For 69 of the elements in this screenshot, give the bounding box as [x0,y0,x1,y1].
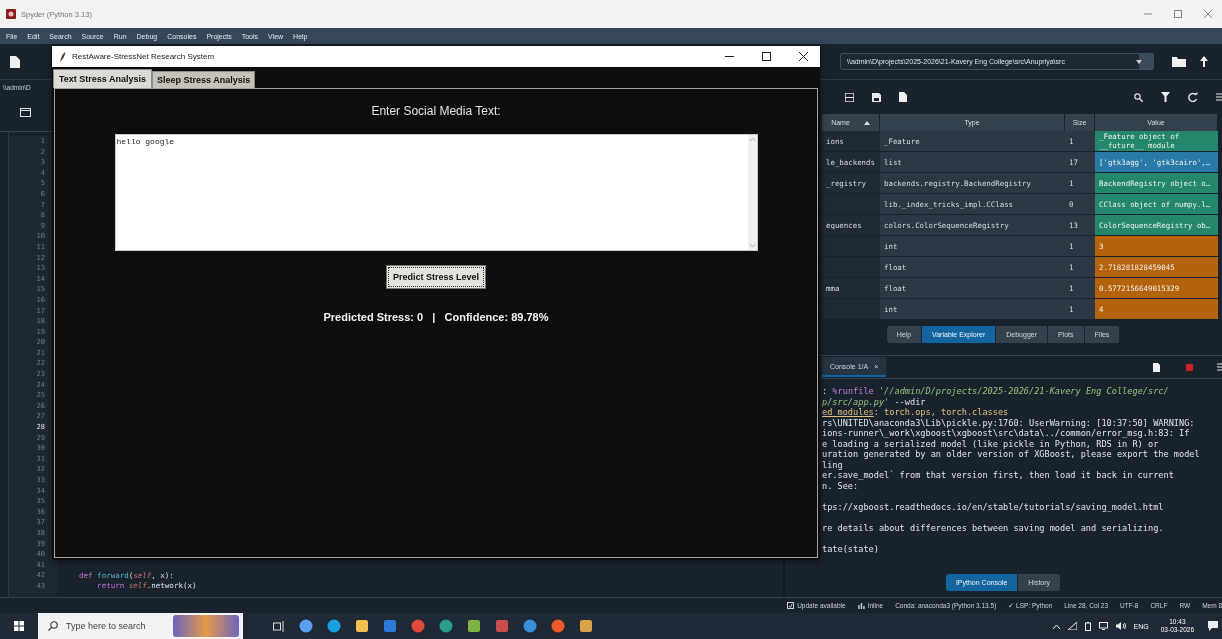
menu-icon[interactable] [1217,363,1222,371]
predict-button[interactable]: Predict Stress Level [385,265,486,289]
speaker-icon[interactable] [1115,622,1126,630]
console-line: tps://xgboost.readthedocs.io/en/stable/tutorials/saving_model.html [822,501,1165,512]
battery-icon[interactable] [1084,621,1091,631]
taskbar-app-icon[interactable] [355,619,369,633]
taskbar-app-icon[interactable] [439,619,453,633]
caret-icon [1136,59,1142,64]
notification-icon[interactable] [1208,621,1218,631]
table-cell [822,257,880,278]
scroll-down-icon [749,244,755,247]
prediction-result: Predicted Stress: 0 | Confidence: 89.78% [323,311,549,323]
dialog-title: RestAware-StressNet Research System [72,52,215,61]
scrollbar[interactable] [747,135,757,250]
grid-icon[interactable] [845,92,854,102]
text-input-field[interactable]: hello google [114,134,758,251]
search-icon [48,621,58,631]
save-icon[interactable] [872,92,881,102]
refresh-icon[interactable] [1188,92,1198,102]
folder-icon[interactable] [1172,56,1186,67]
app-logo-icon [6,9,16,19]
task-view-icon[interactable] [273,620,285,632]
scroll-up-icon [749,138,755,141]
console-line: re details about differences between saving model and serializing. [822,522,1165,533]
console-line: rs\UNITED\anaconda3\Lib\pickle.py:1760: UserWarning: [10:37:50] WARNING: [822,417,1196,428]
console-line: tate(state) [822,543,880,554]
bar-chart-icon [857,602,865,609]
taskbar-app-icon[interactable] [467,619,481,633]
console-line: : %runfile '//admin/D/projects/2025-2026/21-Kavery Eng College/src/ [822,386,1170,397]
sort-ascending-icon [863,120,870,125]
table-cell [822,236,880,257]
dialog-tab[interactable]: Sleep Stress Analysis [152,71,256,88]
document-icon[interactable] [899,92,907,102]
dialog-tab[interactable]: Text Stress Analysis [53,69,153,88]
table-cell [822,194,880,215]
taskbar-app-icon[interactable] [551,619,565,633]
search-placeholder: Type here to search [66,621,146,631]
console-line: ling [822,459,844,470]
table-cell [822,299,880,320]
console-line: ed modules: torch.ops, torch.classes [822,407,1010,418]
taskbar-app-icon[interactable] [411,619,425,633]
up-arrow-icon[interactable] [1200,56,1208,67]
console-line: uration generated by an older version of XGBoost, please export the model [822,449,1201,460]
prompt-label: Enter Social Media Text: [371,104,501,118]
network-icon[interactable] [1067,622,1077,630]
close-icon[interactable] [799,52,808,61]
windows-start-icon[interactable] [14,621,24,631]
menu-icon[interactable] [1216,93,1222,101]
taskbar-app-icon[interactable] [523,619,537,633]
console-line: ions-runner\_work\xgboost\xgboost\src\data\../common/error_msg.h:83: If [822,428,1191,439]
stop-icon[interactable] [1186,363,1193,371]
maximize-icon[interactable] [762,52,771,61]
feather-icon [60,51,66,62]
new-file-icon[interactable] [10,55,20,68]
console-line: p/src/app.py' --wdir [822,396,927,407]
console-line: e loading a serialized model (like pickle in Python, RDS in R) or [822,438,1160,449]
monitor-icon[interactable] [1098,622,1108,630]
chevron-up-icon[interactable] [1052,623,1060,629]
console-line: n. See: [822,480,860,491]
tab-list-icon[interactable] [20,108,31,117]
document-icon[interactable] [1153,362,1160,372]
taskbar-app-icon[interactable] [299,619,313,633]
taskbar-app-icon[interactable] [579,619,593,633]
search-icon[interactable] [1134,92,1143,102]
search-highlight-image [173,615,239,637]
update-icon [787,602,795,609]
console-line: er.save_model` from that version first, then load it back in current [822,470,1175,481]
taskbar-app-icon[interactable] [327,619,341,633]
filter-icon[interactable] [1161,92,1170,102]
